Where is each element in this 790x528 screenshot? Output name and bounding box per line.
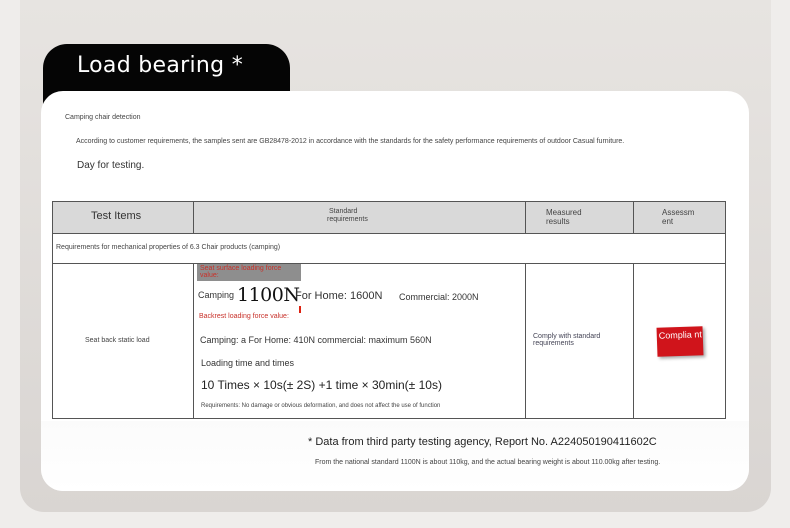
- commercial-value: Commercial: 2000N: [399, 292, 479, 302]
- seat-loading-label: Seat surface loading force value:: [200, 265, 281, 279]
- header-assessment: Assessm ent: [662, 208, 694, 226]
- camping-value: 1100N: [237, 284, 300, 306]
- red-marker: [299, 306, 301, 313]
- header-standard: Standard requirements: [327, 208, 368, 224]
- page-title: Load bearing *: [77, 53, 244, 78]
- requirements-text: Requirements: No damage or obvious defor…: [201, 403, 441, 409]
- header-test-items: Test Items: [91, 210, 142, 222]
- measured-result-line1: Comply with standard: [533, 333, 601, 340]
- measured-result-line2: requirements: [533, 340, 574, 347]
- compliant-badge: Complia nt: [656, 326, 704, 357]
- camping-label: Camping: [198, 290, 235, 300]
- header-standard-line1: Standard: [329, 208, 358, 215]
- header-assessment-line1: Assessm: [662, 208, 695, 217]
- header-standard-line2: requirements: [327, 216, 368, 223]
- backrest-values: Camping: a For Home: 410N commercial: ma…: [200, 335, 432, 345]
- footer-band: [41, 421, 749, 491]
- section-row-label: Requirements for mechanical properties o…: [56, 244, 281, 251]
- seat-loading-label-line1: Seat surface loading force: [200, 265, 282, 272]
- seat-loading-label-line2: value:: [200, 272, 219, 279]
- national-standard-note: From the national standard 1100N is abou…: [315, 459, 661, 466]
- header-measured-line1: Measured: [546, 208, 582, 217]
- backrest-label: Backrest loading force value:: [199, 313, 289, 320]
- content-card: Camping chair detection According to cus…: [41, 91, 749, 491]
- detection-label: Camping chair detection: [65, 114, 141, 121]
- header-assessment-line2: ent: [662, 217, 674, 226]
- data-source-note: * Data from third party testing agency, …: [308, 436, 657, 448]
- intro-statement: According to customer requirements, the …: [76, 138, 625, 145]
- test-item-name: Seat back static load: [85, 337, 150, 344]
- compliant-badge-label: Complia nt: [658, 329, 702, 341]
- loading-label: Loading time and times: [201, 358, 295, 368]
- header-measured-line2: results: [546, 217, 570, 226]
- header-measured: Measured results: [546, 208, 582, 226]
- measured-result: Comply with standard requirements: [533, 333, 600, 347]
- for-home-value: For Home: 1600N: [295, 290, 383, 302]
- times-value: 10 Times × 10s(± 2S) +1 time × 30min(± 1…: [201, 378, 442, 392]
- day-for-testing: Day for testing.: [77, 160, 145, 171]
